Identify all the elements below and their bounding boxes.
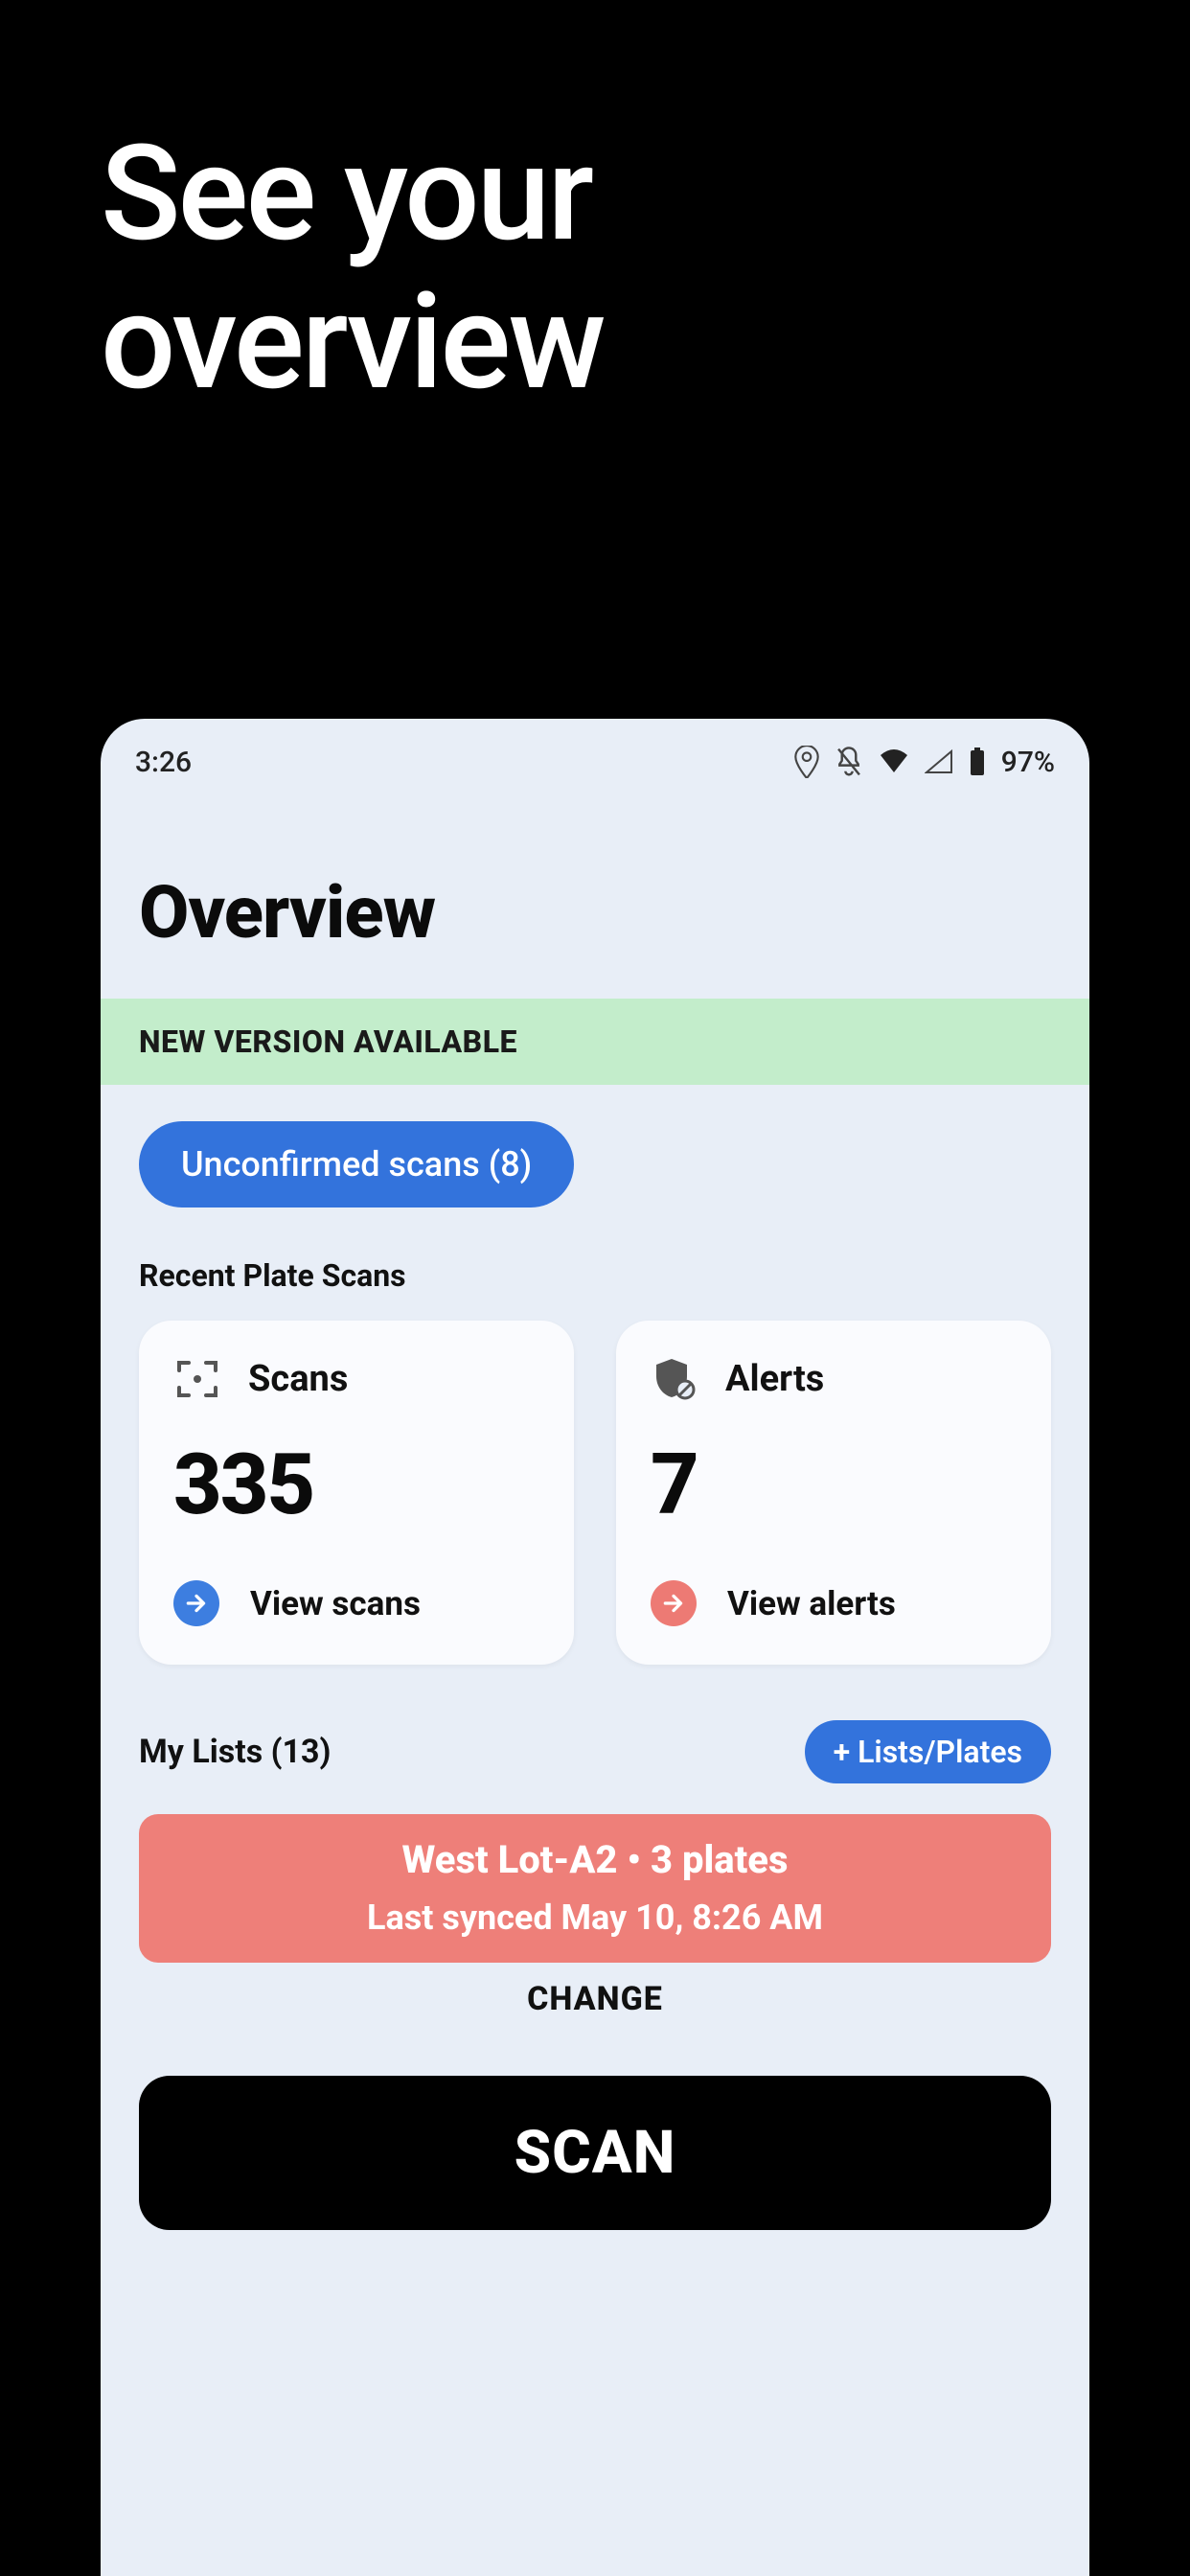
view-scans-label: View scans — [250, 1584, 421, 1623]
battery-icon — [969, 748, 986, 776]
active-list-card[interactable]: West Lot-A2 • 3 plates Last synced May 1… — [139, 1814, 1051, 1963]
status-bar: 3:26 97% — [101, 719, 1089, 788]
location-icon — [794, 746, 819, 778]
alerts-card-title: Alerts — [725, 1358, 824, 1400]
scan-target-icon — [173, 1355, 221, 1403]
status-icons: 97% — [794, 746, 1055, 779]
arrow-right-icon — [651, 1580, 697, 1626]
new-version-banner[interactable]: NEW VERSION AVAILABLE — [101, 999, 1089, 1085]
promo-headline: See your overview — [101, 120, 604, 416]
notifications-off-icon — [835, 746, 863, 778]
phone-frame: 3:26 97% Overview NEW VERSION AVAILABLE — [101, 719, 1089, 2576]
active-list-sync: Last synced May 10, 8:26 AM — [168, 1898, 1022, 1938]
promo-line-1: See your — [101, 120, 604, 268]
wifi-icon — [879, 749, 909, 774]
view-alerts-label: View alerts — [727, 1584, 896, 1623]
scans-count: 335 — [173, 1436, 539, 1534]
unconfirmed-scans-button[interactable]: Unconfirmed scans (8) — [139, 1121, 574, 1208]
recent-scans-label: Recent Plate Scans — [139, 1257, 1051, 1294]
scans-card[interactable]: Scans 335 View scans — [139, 1321, 574, 1665]
alerts-count: 7 — [651, 1436, 1017, 1534]
battery-percentage: 97% — [1001, 746, 1055, 779]
change-list-button[interactable]: CHANGE — [139, 1980, 1051, 2018]
promo-line-2: overview — [101, 268, 604, 417]
my-lists-label: My Lists (13) — [139, 1733, 331, 1771]
arrow-right-icon — [173, 1580, 219, 1626]
scan-button[interactable]: SCAN — [139, 2076, 1051, 2230]
scans-card-title: Scans — [248, 1358, 348, 1400]
shield-block-icon — [651, 1355, 698, 1403]
active-list-title: West Lot-A2 • 3 plates — [168, 1837, 1022, 1882]
view-alerts-link[interactable]: View alerts — [651, 1580, 1017, 1626]
alerts-card[interactable]: Alerts 7 View alerts — [616, 1321, 1051, 1665]
add-lists-plates-button[interactable]: + Lists/Plates — [805, 1720, 1051, 1783]
page-title: Overview — [101, 788, 1089, 999]
view-scans-link[interactable]: View scans — [173, 1580, 539, 1626]
signal-icon — [925, 749, 953, 774]
status-time: 3:26 — [135, 746, 192, 779]
